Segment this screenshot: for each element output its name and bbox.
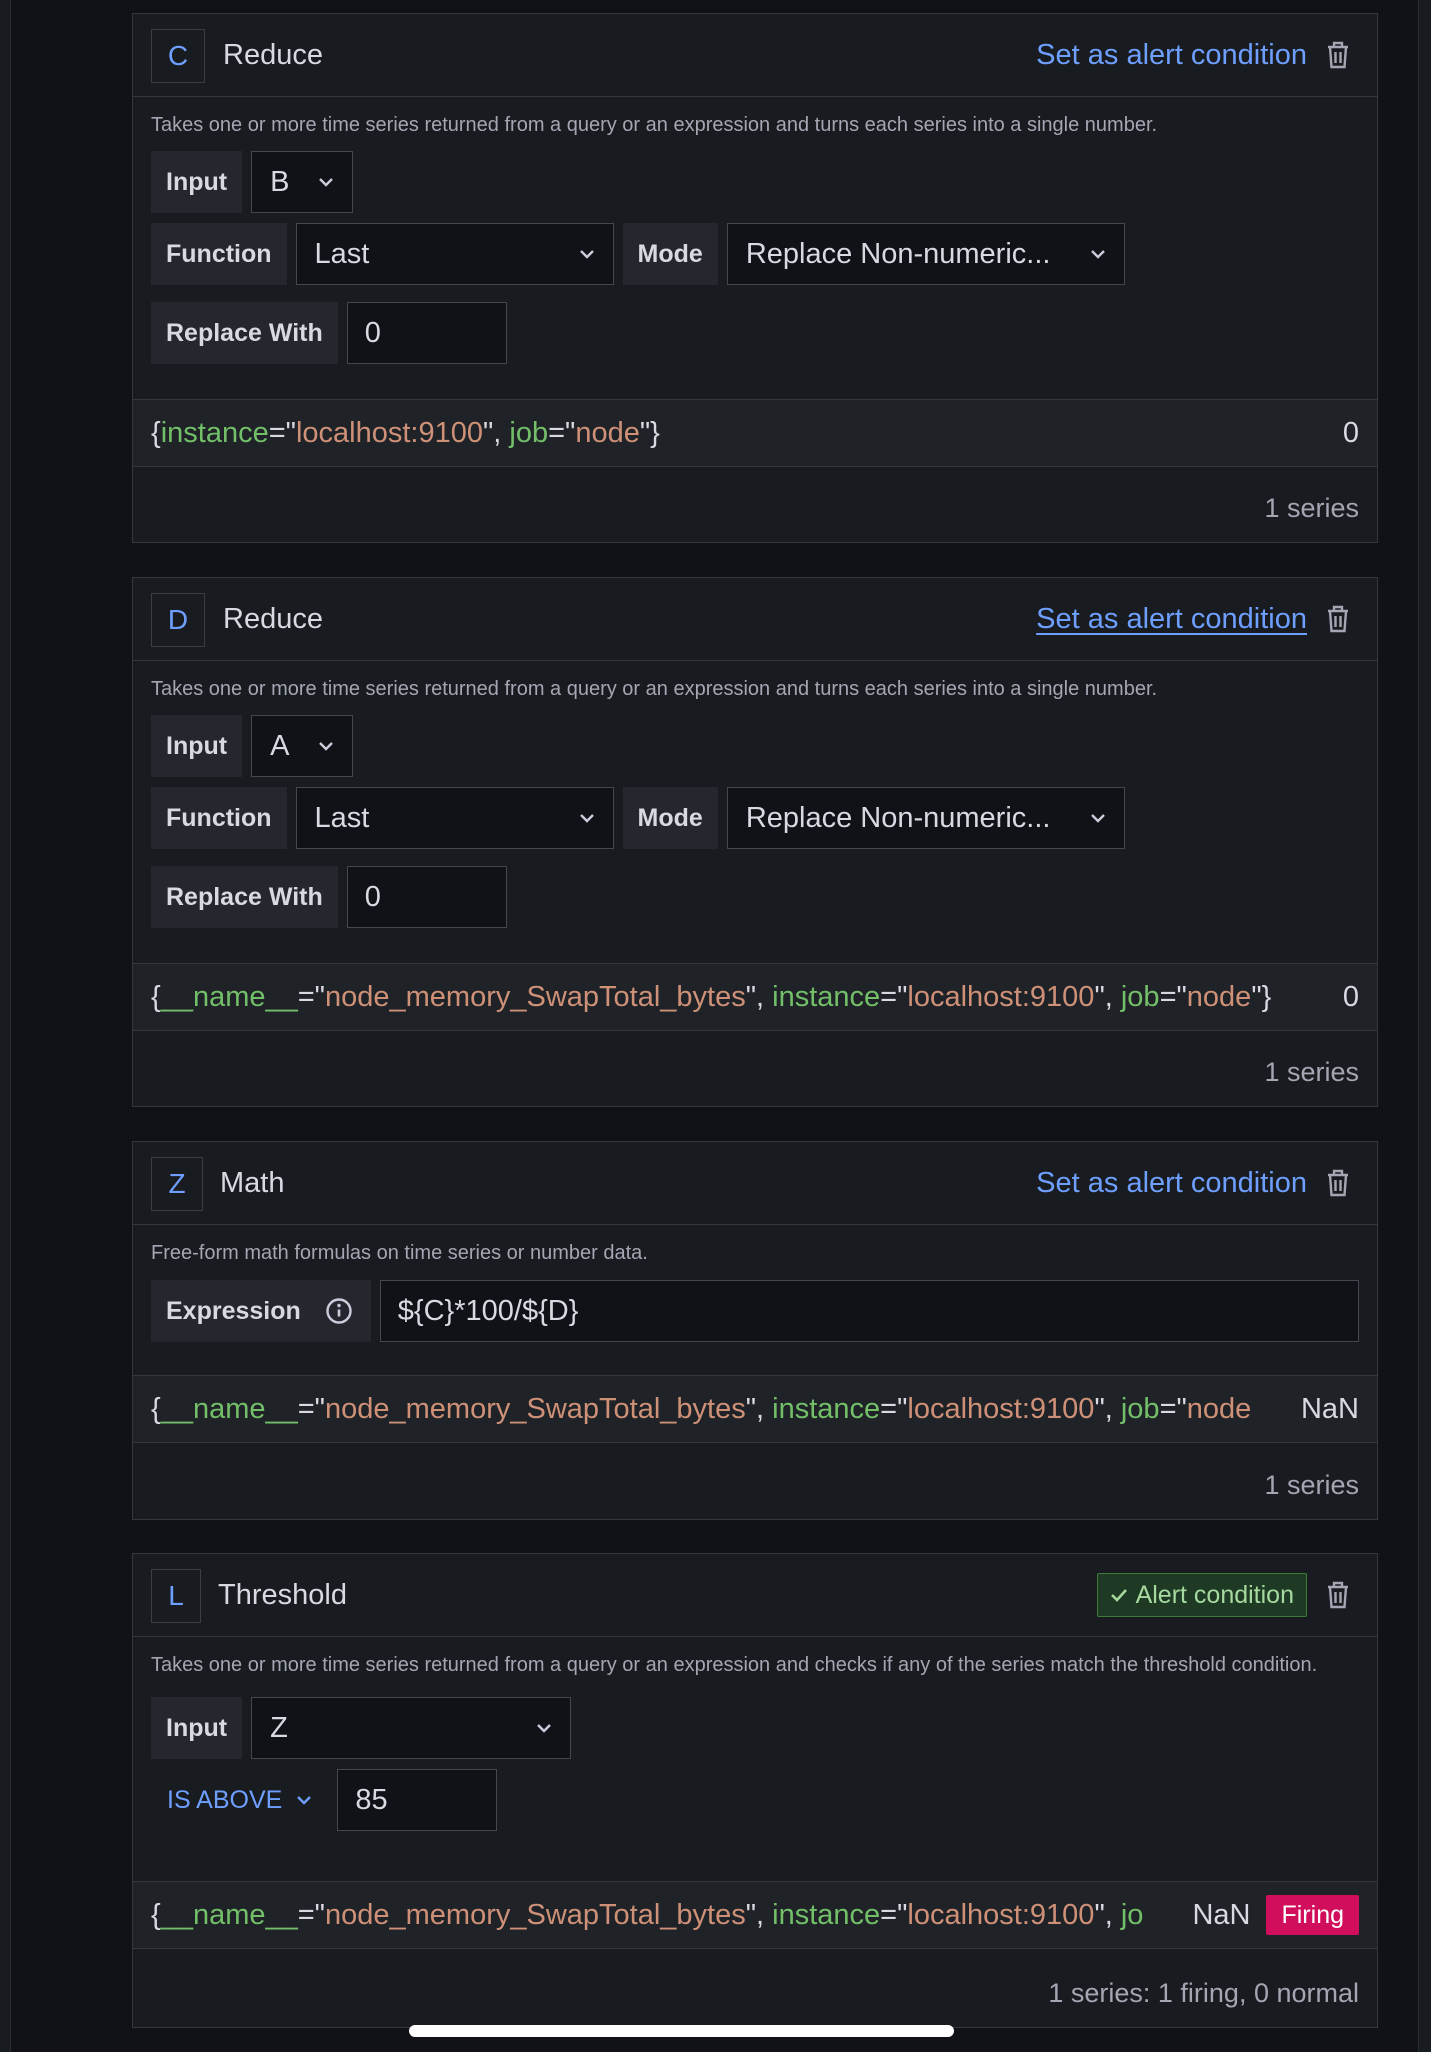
expression-card-z: Z Math Set as alert condition Free-form … bbox=[132, 1141, 1378, 1520]
chevron-down-icon bbox=[537, 1724, 551, 1733]
card-body: Takes one or more time series returned f… bbox=[133, 675, 1377, 928]
mode-select[interactable]: Replace Non-numeric... bbox=[726, 787, 1125, 849]
info-icon[interactable] bbox=[325, 1297, 353, 1325]
expression-type: Threshold bbox=[218, 1579, 347, 1611]
series-count: 1 series bbox=[1264, 1469, 1359, 1500]
replace-with-input[interactable]: 0 bbox=[346, 866, 507, 928]
mode-select-value: Replace Non-numeric... bbox=[745, 801, 1051, 834]
series-value: NaN bbox=[1300, 1392, 1359, 1425]
series-value: 0 bbox=[1342, 416, 1359, 449]
function-label: Function bbox=[151, 223, 287, 285]
input-select[interactable]: B bbox=[251, 151, 354, 213]
description: Takes one or more time series returned f… bbox=[151, 114, 1158, 136]
series-count: 1 series bbox=[1264, 1056, 1359, 1087]
alert-condition-label: Alert condition bbox=[1135, 1580, 1294, 1609]
input-select[interactable]: A bbox=[251, 715, 354, 777]
series-labels: {instance="localhost:9100", job="node"} bbox=[151, 416, 660, 449]
card-body: Takes one or more time series returned f… bbox=[133, 111, 1377, 364]
ref-id-z[interactable]: Z bbox=[151, 1157, 203, 1211]
chevron-down-icon bbox=[319, 742, 333, 751]
card-header: Z Math Set as alert condition bbox=[133, 1142, 1377, 1225]
check-icon bbox=[1110, 1589, 1127, 1602]
trash-icon[interactable] bbox=[1325, 40, 1351, 70]
expression-type: Reduce bbox=[223, 39, 323, 71]
function-select[interactable]: Last bbox=[295, 787, 614, 849]
expression-card-c: C Reduce Set as alert condition Takes on… bbox=[132, 13, 1378, 543]
set-alert-condition-link[interactable]: Set as alert condition bbox=[1036, 39, 1307, 72]
series-row: {__name__="node_memory_SwapTotal_bytes",… bbox=[133, 963, 1377, 1031]
condition-select-value: IS ABOVE bbox=[167, 1785, 283, 1814]
set-alert-condition-link[interactable]: Set as alert condition bbox=[1036, 603, 1307, 636]
trash-icon[interactable] bbox=[1325, 1580, 1351, 1610]
card-header: C Reduce Set as alert condition bbox=[133, 14, 1377, 97]
input-select[interactable]: Z bbox=[251, 1697, 572, 1759]
description: Takes one or more time series returned f… bbox=[151, 678, 1158, 700]
mode-label: Mode bbox=[622, 223, 718, 285]
series-labels: {__name__="node_memory_SwapTotal_bytes",… bbox=[151, 1392, 1252, 1425]
chevron-down-icon bbox=[1090, 250, 1105, 259]
series-row: {instance="localhost:9100", job="node"} … bbox=[133, 399, 1377, 467]
card-header: L Threshold Alert condition bbox=[133, 1554, 1377, 1637]
chevron-down-icon bbox=[579, 814, 594, 823]
description: Takes one or more time series returned f… bbox=[151, 1654, 1318, 1676]
ref-id-c[interactable]: C bbox=[151, 29, 205, 83]
expression-card-d: D Reduce Set as alert condition Takes on… bbox=[132, 577, 1378, 1107]
trash-icon[interactable] bbox=[1325, 1168, 1351, 1198]
chevron-down-icon bbox=[1090, 814, 1105, 823]
threshold-input[interactable]: 85 bbox=[337, 1769, 498, 1831]
function-label: Function bbox=[151, 787, 287, 849]
expression-label: Expression bbox=[151, 1280, 371, 1342]
series-row: {__name__="node_memory_SwapTotal_bytes",… bbox=[133, 1375, 1377, 1443]
input-label: Input bbox=[151, 715, 243, 777]
series-labels: {__name__="node_memory_SwapTotal_bytes",… bbox=[151, 1898, 1144, 1931]
mode-select[interactable]: Replace Non-numeric... bbox=[726, 223, 1125, 285]
trash-icon[interactable] bbox=[1325, 604, 1351, 634]
replace-with-label: Replace With bbox=[151, 866, 338, 928]
function-select-value: Last bbox=[314, 801, 370, 834]
replace-with-input[interactable]: 0 bbox=[346, 302, 507, 364]
alert-condition-badge[interactable]: Alert condition bbox=[1096, 1573, 1307, 1617]
card-body: Takes one or more time series returned f… bbox=[133, 1651, 1377, 1831]
right-scroll-rail[interactable] bbox=[1418, 0, 1431, 2052]
expression-type: Reduce bbox=[223, 603, 323, 635]
expression-label-text: Expression bbox=[166, 1296, 301, 1325]
input-select-value: B bbox=[270, 165, 290, 198]
ref-id-l[interactable]: L bbox=[151, 1569, 201, 1623]
expression-card-l: L Threshold Alert condition Takes one or… bbox=[132, 1553, 1378, 2028]
input-label: Input bbox=[151, 1697, 243, 1759]
home-indicator[interactable] bbox=[409, 2025, 954, 2037]
input-label: Input bbox=[151, 151, 243, 213]
chevron-down-icon bbox=[319, 178, 333, 187]
card-header: D Reduce Set as alert condition bbox=[133, 578, 1377, 661]
mode-select-value: Replace Non-numeric... bbox=[745, 237, 1051, 270]
set-alert-condition-link[interactable]: Set as alert condition bbox=[1036, 1167, 1307, 1200]
ref-id-d[interactable]: D bbox=[151, 593, 205, 647]
series-value: 0 bbox=[1342, 980, 1359, 1013]
expression-input[interactable]: ${C}*100/${D} bbox=[379, 1280, 1359, 1342]
input-select-value: A bbox=[270, 729, 290, 762]
chevron-down-icon bbox=[579, 250, 594, 259]
mode-label: Mode bbox=[622, 787, 718, 849]
description: Free-form math formulas on time series o… bbox=[151, 1242, 648, 1264]
series-value: NaN bbox=[1192, 1898, 1251, 1931]
left-rail bbox=[0, 0, 11, 2052]
function-select-value: Last bbox=[314, 237, 370, 270]
series-count: 1 series bbox=[1264, 492, 1359, 523]
input-select-value: Z bbox=[270, 1711, 288, 1744]
card-body: Free-form math formulas on time series o… bbox=[133, 1239, 1377, 1342]
series-labels: {__name__="node_memory_SwapTotal_bytes",… bbox=[151, 980, 1272, 1013]
function-select[interactable]: Last bbox=[295, 223, 614, 285]
expression-type: Math bbox=[220, 1167, 285, 1199]
series-count: 1 series: 1 firing, 0 normal bbox=[1048, 1977, 1359, 2008]
chevron-down-icon bbox=[297, 1796, 312, 1805]
series-row: {__name__="node_memory_SwapTotal_bytes",… bbox=[133, 1881, 1377, 1949]
firing-badge: Firing bbox=[1266, 1895, 1359, 1935]
replace-with-label: Replace With bbox=[151, 302, 338, 364]
condition-select[interactable]: IS ABOVE bbox=[151, 1769, 328, 1831]
